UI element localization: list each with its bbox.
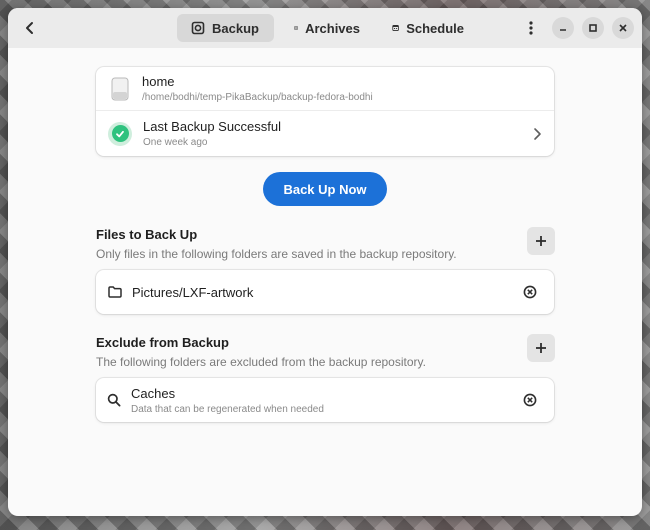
tab-backup[interactable]: Backup xyxy=(177,14,274,42)
remove-circle-icon xyxy=(523,285,537,299)
exclude-item-sublabel: Data that can be regenerated when needed xyxy=(131,403,324,415)
search-icon xyxy=(107,393,121,407)
exclude-section-title: Exclude from Backup xyxy=(96,335,229,350)
chevron-left-icon xyxy=(26,22,33,34)
status-title: Last Backup Successful xyxy=(143,119,282,134)
tab-backup-label: Backup xyxy=(212,20,259,36)
location-name: home xyxy=(142,74,175,89)
remove-exclude-button[interactable] xyxy=(520,390,540,410)
plus-icon xyxy=(536,236,546,246)
more-vertical-icon xyxy=(529,21,533,35)
location-path: /home/bodhi/temp-PikaBackup/backup-fedor… xyxy=(142,92,373,103)
maximize-button[interactable] xyxy=(582,17,604,39)
back-up-now-button[interactable]: Back Up Now xyxy=(263,172,387,206)
list-item[interactable]: Pictures/LXF-artwork xyxy=(96,270,554,314)
location-row[interactable]: home /home/bodhi/temp-PikaBackup/backup-… xyxy=(96,67,554,111)
archive-icon xyxy=(294,26,298,30)
tab-schedule-label: Schedule xyxy=(406,20,464,36)
back-button[interactable] xyxy=(16,14,44,42)
maximize-icon xyxy=(589,24,597,32)
plus-icon xyxy=(536,343,546,353)
folder-icon xyxy=(108,286,122,298)
exclude-item-label: Caches xyxy=(131,385,176,401)
close-button[interactable] xyxy=(612,17,634,39)
tab-schedule[interactable]: Schedule xyxy=(378,14,478,42)
exclude-section-description: The following folders are excluded from … xyxy=(96,355,426,369)
remove-include-button[interactable] xyxy=(520,282,540,302)
include-list: Pictures/LXF-artwork xyxy=(96,270,554,314)
tab-archives-label: Archives xyxy=(305,20,360,36)
status-row[interactable]: Last Backup Successful One week ago xyxy=(96,111,554,156)
add-include-button[interactable] xyxy=(527,227,555,255)
exclude-list: Caches Data that can be regenerated when… xyxy=(96,378,554,422)
tab-archives[interactable]: Archives xyxy=(280,14,374,42)
include-item-label: Pictures/LXF-artwork xyxy=(132,284,254,300)
status-subtitle: One week ago xyxy=(143,137,208,148)
overview-card: home /home/bodhi/temp-PikaBackup/backup-… xyxy=(96,67,554,156)
list-item[interactable]: Caches Data that can be regenerated when… xyxy=(96,378,554,422)
header-bar: Backup Archives Schedule xyxy=(8,8,642,48)
minimize-button[interactable] xyxy=(552,17,574,39)
calendar-icon xyxy=(392,25,399,31)
remove-circle-icon xyxy=(523,393,537,407)
chevron-right-icon xyxy=(534,127,541,140)
include-section-description: Only files in the following folders are … xyxy=(96,247,457,261)
status-icon-wrap xyxy=(108,121,132,146)
minimize-icon xyxy=(560,29,566,31)
backup-icon xyxy=(191,21,205,35)
close-icon xyxy=(619,24,627,32)
app-window: Backup Archives Schedule home /home/bodh… xyxy=(8,8,642,516)
include-section-title: Files to Back Up xyxy=(96,227,198,242)
drive-icon xyxy=(111,77,129,100)
main-menu-button[interactable] xyxy=(520,16,542,40)
check-icon xyxy=(116,130,124,137)
add-exclude-button[interactable] xyxy=(527,334,555,362)
